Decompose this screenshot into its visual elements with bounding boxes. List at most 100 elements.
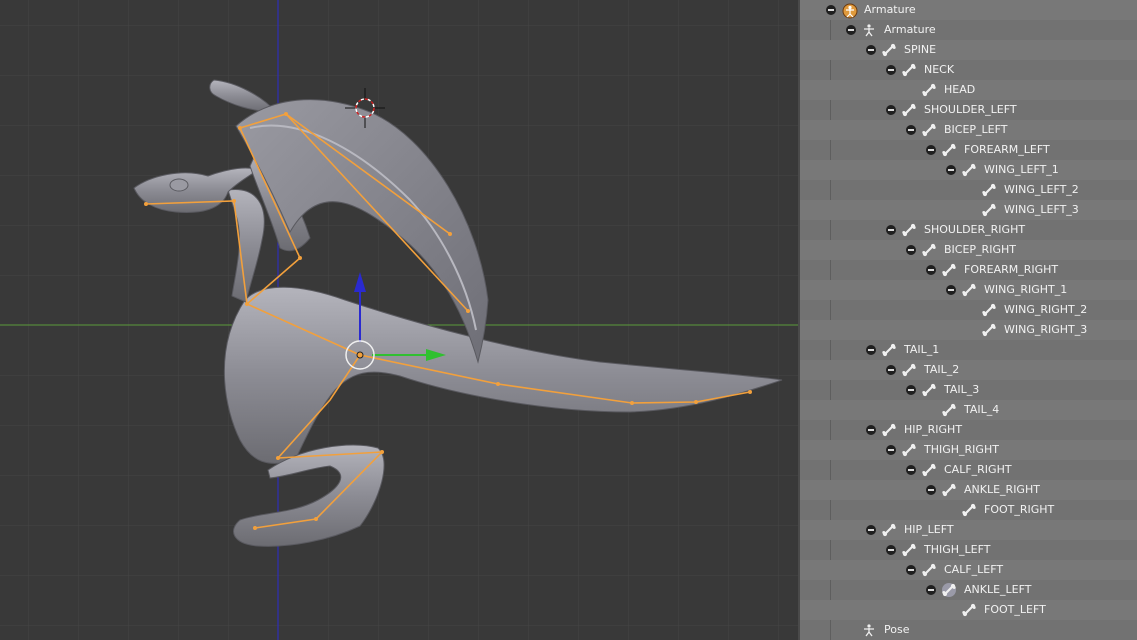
outliner-item-foot-right[interactable]: FOOT_RIGHT (800, 500, 1137, 520)
outliner-item-ankle-right[interactable]: ANKLE_RIGHT (800, 480, 1137, 500)
bone-icon (902, 543, 916, 557)
collapse-toggle-icon[interactable] (866, 345, 876, 355)
outliner-item-label: SHOULDER_LEFT (924, 103, 1017, 116)
outliner-item-spine[interactable]: SPINE (800, 40, 1137, 60)
bone-icon (962, 503, 976, 517)
collapse-toggle-icon[interactable] (906, 385, 916, 395)
outliner-item-label: TAIL_2 (924, 363, 960, 376)
outliner-item-tail-4[interactable]: TAIL_4 (800, 400, 1137, 420)
collapse-toggle-icon[interactable] (926, 265, 936, 275)
outliner-item-shoulder-right[interactable]: SHOULDER_RIGHT (800, 220, 1137, 240)
outliner-item-hip-right[interactable]: HIP_RIGHT (800, 420, 1137, 440)
outliner-item-label: THIGH_RIGHT (924, 443, 999, 456)
collapse-toggle-icon[interactable] (926, 145, 936, 155)
collapse-toggle-icon[interactable] (886, 65, 896, 75)
collapse-toggle-icon[interactable] (866, 45, 876, 55)
outliner-item-forearm-left[interactable]: FOREARM_LEFT (800, 140, 1137, 160)
collapse-toggle-icon[interactable] (886, 105, 896, 115)
outliner-item-thigh-right[interactable]: THIGH_RIGHT (800, 440, 1137, 460)
collapse-toggle-icon[interactable] (886, 445, 896, 455)
collapse-toggle-icon[interactable] (926, 585, 936, 595)
armature-object-icon (842, 3, 858, 19)
outliner-item-wing-right-3[interactable]: WING_RIGHT_3 (800, 320, 1137, 340)
outliner-item-label: Pose (884, 623, 910, 636)
outliner-item-calf-right[interactable]: CALF_RIGHT (800, 460, 1137, 480)
outliner-item-bicep-right[interactable]: BICEP_RIGHT (800, 240, 1137, 260)
outliner-item-armature-object[interactable]: Armature (800, 0, 1137, 20)
collapse-toggle-icon[interactable] (886, 545, 896, 555)
bone-icon (902, 443, 916, 457)
collapse-toggle-icon[interactable] (926, 485, 936, 495)
outliner-panel[interactable]: Armature Armature SPINE NECK HEAD SHOULDER_LE… (798, 0, 1137, 640)
outliner-item-head[interactable]: HEAD (800, 80, 1137, 100)
outliner-item-label: CALF_RIGHT (944, 463, 1012, 476)
outliner-item-label: HEAD (944, 83, 976, 96)
bone-icon (902, 63, 916, 77)
outliner-item-wing-left-3[interactable]: WING_LEFT_3 (800, 200, 1137, 220)
bone-icon (902, 363, 916, 377)
collapse-toggle-icon[interactable] (906, 245, 916, 255)
outliner-item-neck[interactable]: NECK (800, 60, 1137, 80)
bone-icon (922, 123, 936, 137)
outliner-item-label: FOOT_LEFT (984, 603, 1046, 616)
bone-icon (922, 563, 936, 577)
bone-icon (882, 423, 896, 437)
outliner-item-wing-left-2[interactable]: WING_LEFT_2 (800, 180, 1137, 200)
outliner-item-label: FOREARM_RIGHT (964, 263, 1059, 276)
outliner-item-label: Armature (864, 3, 916, 16)
collapse-toggle-icon[interactable] (906, 565, 916, 575)
outliner-item-label: BICEP_LEFT (944, 123, 1008, 136)
outliner-item-wing-left-1[interactable]: WING_LEFT_1 (800, 160, 1137, 180)
outliner-item-label: CALF_LEFT (944, 563, 1004, 576)
outliner-item-pose[interactable]: Pose (800, 620, 1137, 640)
collapse-toggle-icon[interactable] (946, 285, 956, 295)
bone-icon (942, 483, 956, 497)
3d-viewport[interactable] (0, 0, 798, 640)
collapse-toggle-icon[interactable] (866, 525, 876, 535)
viewport-canvas[interactable] (0, 0, 798, 640)
collapse-toggle-icon[interactable] (886, 365, 896, 375)
outliner-item-tail-1[interactable]: TAIL_1 (800, 340, 1137, 360)
outliner-item-tail-2[interactable]: TAIL_2 (800, 360, 1137, 380)
collapse-toggle-icon[interactable] (826, 5, 836, 15)
collapse-toggle-icon[interactable] (906, 125, 916, 135)
outliner-item-label: WING_LEFT_3 (1004, 203, 1079, 216)
outliner-item-forearm-right[interactable]: FOREARM_RIGHT (800, 260, 1137, 280)
collapse-toggle-icon[interactable] (866, 425, 876, 435)
collapse-toggle-icon[interactable] (886, 225, 896, 235)
outliner-item-tail-3[interactable]: TAIL_3 (800, 380, 1137, 400)
outliner-item-label: Armature (884, 23, 936, 36)
outliner-item-ankle-left[interactable]: ANKLE_LEFT (800, 580, 1137, 600)
outliner-item-calf-left[interactable]: CALF_LEFT (800, 560, 1137, 580)
outliner-item-label: TAIL_4 (964, 403, 1000, 416)
bone-icon (922, 83, 936, 97)
outliner-item-wing-right-1[interactable]: WING_RIGHT_1 (800, 280, 1137, 300)
bone-icon (902, 103, 916, 117)
outliner-item-label: ANKLE_LEFT (964, 583, 1032, 596)
bone-icon (922, 383, 936, 397)
collapse-toggle-icon[interactable] (906, 465, 916, 475)
collapse-toggle-icon[interactable] (946, 165, 956, 175)
bone-icon (902, 223, 916, 237)
outliner-item-shoulder-left[interactable]: SHOULDER_LEFT (800, 100, 1137, 120)
outliner-item-hip-left[interactable]: HIP_LEFT (800, 520, 1137, 540)
outliner-item-label: WING_RIGHT_3 (1004, 323, 1088, 336)
outliner-item-label: SPINE (904, 43, 937, 56)
outliner-item-wing-right-2[interactable]: WING_RIGHT_2 (800, 300, 1137, 320)
bone-icon (942, 263, 956, 277)
outliner-item-bicep-left[interactable]: BICEP_LEFT (800, 120, 1137, 140)
bone-icon (882, 43, 896, 57)
outliner-item-label: WING_RIGHT_1 (984, 283, 1068, 296)
outliner-item-label: FOOT_RIGHT (984, 503, 1055, 516)
outliner-item-label: NECK (924, 63, 955, 76)
bone-icon (922, 463, 936, 477)
collapse-toggle-icon[interactable] (846, 25, 856, 35)
bone-icon (962, 603, 976, 617)
outliner-item-foot-left[interactable]: FOOT_LEFT (800, 600, 1137, 620)
armature-data-icon (862, 23, 876, 37)
outliner-item-label: SHOULDER_RIGHT (924, 223, 1026, 236)
outliner-item-armature-data[interactable]: Armature (800, 20, 1137, 40)
bone-icon (982, 203, 996, 217)
outliner-item-thigh-left[interactable]: THIGH_LEFT (800, 540, 1137, 560)
outliner-item-label: WING_LEFT_2 (1004, 183, 1079, 196)
